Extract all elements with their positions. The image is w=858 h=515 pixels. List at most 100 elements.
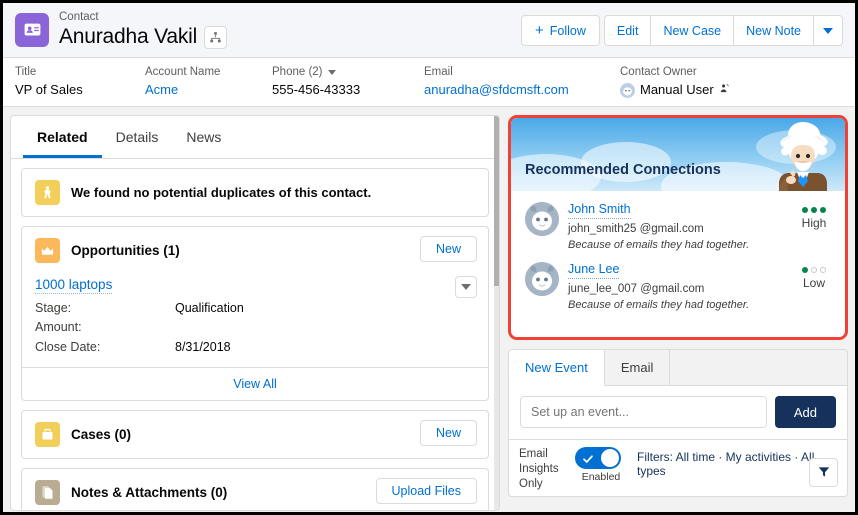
cases-title: Cases (0) [71,427,132,443]
record-title-block: Contact Anuradha Vakil [59,11,228,49]
cases-card-header: Cases (0) New [22,411,488,458]
connection-score: Low [791,259,837,290]
upload-files-button[interactable]: Upload Files [375,478,477,505]
field-account-name-value[interactable]: Acme [145,82,272,99]
field-title-value: VP of Sales [15,82,83,98]
user-avatar-icon [525,202,559,236]
filters-summary-text: Filters: All time · My activities · All … [637,450,815,478]
new-event-composer: Add [509,386,847,439]
tab-new-event[interactable]: New Event [509,350,605,386]
cases-card: Cases (0) New [21,410,489,460]
record-identity: Contact Anuradha Vakil [15,11,228,49]
salesforce-contact-record-page: Contact Anuradha Vakil + Follow Edit New… [3,3,855,512]
chevron-down-icon [823,27,833,34]
toggle-state-label: Enabled [581,471,621,483]
opportunities-view-all-link[interactable]: View All [22,367,488,400]
notes-card-header: Notes & Attachments (0) Upload Files [22,469,488,510]
new-note-button[interactable]: New Note [733,15,814,46]
related-lists-body: We found no potential duplicates of this… [11,159,499,510]
more-actions-button[interactable] [813,15,843,46]
opportunity-name-link[interactable]: 1000 laptops [35,277,113,294]
score-dot-filled [802,267,808,274]
field-value: 8/31/2018 [175,339,231,354]
contact-owner-name[interactable]: Manual User [640,82,714,99]
opportunity-field-amount: Amount: [35,318,475,337]
edit-button[interactable]: Edit [603,15,652,46]
recommended-connections-card: Recommended Connections John Smith john_… [508,115,848,340]
opportunity-field-stage: Stage: Qualification [35,299,475,318]
recommended-connections-inner: Recommended Connections John Smith john_… [511,118,845,337]
field-phone: Phone (2) 555-456-43333 [272,65,424,99]
opportunity-row: 1000 laptops Stage: Qualification Amount… [22,274,488,367]
user-avatar-icon [525,262,559,297]
connection-name-link[interactable]: June Lee [568,261,620,280]
score-dot-empty [811,267,817,274]
page-title: Anuradha Vakil [59,25,198,49]
field-contact-owner-label: Contact Owner [620,66,697,79]
tab-news[interactable]: News [172,116,235,158]
field-account-name-label: Account Name [145,66,221,79]
chevron-down-icon [461,284,471,290]
connection-score: High [791,199,837,230]
plus-icon: + [535,22,544,39]
email-insights-label: Email Insights Only [519,448,559,490]
left-panel-scrollbar[interactable] [494,116,499,510]
field-contact-owner: Contact Owner Manual User [620,65,730,99]
check-icon [582,452,594,470]
field-email-label: Email [424,66,453,79]
follow-button-label: Follow [549,23,586,38]
event-input[interactable] [520,396,767,428]
cases-new-button[interactable]: New [419,420,477,447]
record-action-buttons: + Follow Edit New Case New Note [521,15,843,46]
field-value: Qualification [175,301,244,315]
activity-filters: Filters: All time · My activities · All … [637,447,837,478]
duplicate-check-icon [35,180,60,205]
notes-icon [35,480,60,506]
change-owner-icon[interactable] [719,82,730,99]
new-case-button[interactable]: New Case [650,15,735,46]
chevron-down-icon[interactable] [327,70,336,76]
notes-title: Notes & Attachments (0) [71,485,228,501]
recommended-connections-list: John Smith john_smith25 @gmail.com Becau… [511,191,845,316]
connection-email: june_lee_007 @gmail.com [568,282,705,295]
crown-icon [35,238,60,263]
connection-reason: Because of emails they had together. [568,238,750,251]
field-key: Stage: [35,301,72,315]
field-phone-value: 555-456-43333 [272,82,361,98]
opportunity-field-close-date: Close Date: 8/31/2018 [35,338,475,357]
list-item[interactable]: John Smith john_smith25 @gmail.com Becau… [511,196,845,256]
email-insights-toggle[interactable] [575,447,621,469]
record-body: Related Details News We found no potenti… [3,107,855,511]
tab-related[interactable]: Related [23,116,102,158]
score-label: High [801,216,827,230]
filter-button[interactable] [809,457,838,487]
follow-button[interactable]: + Follow [521,15,600,46]
score-dots [791,267,837,274]
tab-email[interactable]: Email [605,350,671,385]
list-item[interactable]: June Lee june_lee_007 @gmail.com Because… [511,256,845,316]
tab-details[interactable]: Details [102,116,173,158]
record-tabs: Related Details News [11,116,499,159]
field-email-value[interactable]: anuradha@sfdcmsft.com [424,82,620,99]
opportunity-fields: Stage: Qualification Amount: Close Date: [35,299,475,357]
field-email: Email anuradha@sfdcmsft.com [424,65,620,99]
hierarchy-icon[interactable] [204,25,228,49]
score-dot-filled [820,207,826,213]
avatar [620,82,635,98]
connection-name-link[interactable]: John Smith [568,201,631,220]
scrollbar-thumb[interactable] [494,116,499,286]
score-dot-filled [811,207,817,213]
add-event-button[interactable]: Add [774,396,836,428]
record-highlights-strip: Title VP of Sales Account Name Acme Phon… [3,58,855,107]
record-name-row: Anuradha Vakil [59,25,228,49]
connection-email: john_smith25 @gmail.com [568,222,704,235]
notes-attachments-card: Notes & Attachments (0) Upload Files [21,468,489,510]
activity-footer: Email Insights Only Enabled Filters: All… [509,439,847,492]
opportunities-new-button[interactable]: New [419,236,477,262]
duplicate-check-card: We found no potential duplicates of this… [21,168,489,217]
connection-details: June Lee june_lee_007 @gmail.com Because… [568,259,791,312]
score-dot-filled [802,207,808,213]
duplicate-check-text: We found no potential duplicates of this… [71,185,372,200]
field-title-label: Title [15,66,37,79]
opportunity-row-menu-button[interactable] [455,276,477,298]
